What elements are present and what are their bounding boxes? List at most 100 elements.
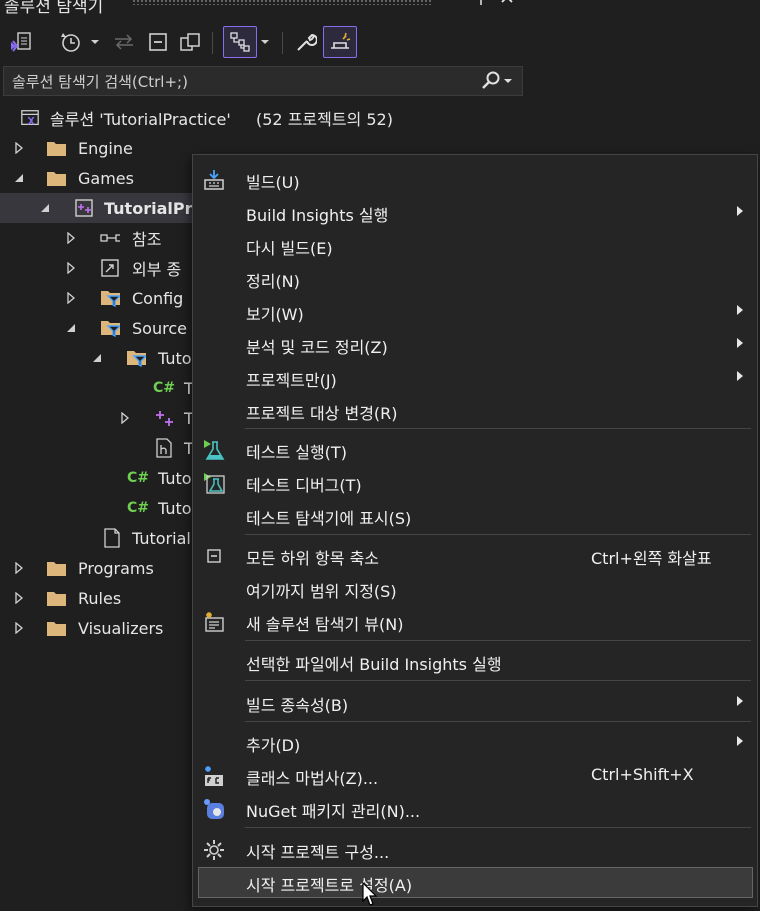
- menu-item-label: 테스트 디버그(T): [246, 476, 362, 495]
- submenu-arrow-icon: [737, 736, 743, 746]
- menu-item-project-only[interactable]: 프로젝트만(J): [193, 361, 757, 394]
- menu-item-label: 빌드 종속성(B): [246, 696, 349, 715]
- menu-item-retarget[interactable]: 프로젝트 대상 변경(R): [193, 394, 757, 427]
- collapse-arrow-icon[interactable]: [64, 321, 78, 335]
- menu-item-label: 새 솔루션 탐색기 뷰(N): [246, 615, 404, 634]
- tree-item-label: Source: [132, 318, 187, 338]
- expand-arrow-icon[interactable]: [12, 141, 26, 155]
- tree-item-label: 참조: [132, 230, 162, 249]
- menu-item-configure-startup[interactable]: 시작 프로젝트 구성...: [193, 833, 757, 866]
- menu-item-add[interactable]: 추가(D): [193, 726, 757, 759]
- solution-node[interactable]: 솔루션 'TutorialPractice' (52 프로젝트의 52): [0, 103, 528, 133]
- filter-folder-icon: [100, 288, 120, 308]
- cpp-project-icon: [74, 198, 94, 218]
- header-file-icon: [154, 438, 174, 458]
- vs-solution-icon: [20, 108, 40, 128]
- menu-item-show-in-test-explorer[interactable]: 테스트 탐색기에 표시(S): [193, 499, 757, 532]
- menu-item-build-dependencies[interactable]: 빌드 종속성(B): [193, 686, 757, 719]
- menu-item-label: 여기까지 범위 지정(S): [246, 582, 397, 601]
- menu-item-rebuild[interactable]: 다시 빌드(E): [193, 229, 757, 262]
- filter-folder-icon: [126, 348, 146, 368]
- menu-item-debug-tests[interactable]: 테스트 디버그(T): [193, 466, 757, 499]
- menu-item-label: 프로젝트만(J): [246, 371, 337, 390]
- tree-item-label: Visualizers: [78, 618, 164, 638]
- expand-arrow-icon[interactable]: [64, 261, 78, 275]
- menu-item-view[interactable]: 보기(W): [193, 295, 757, 328]
- toolbar-separator: [212, 32, 213, 54]
- menu-item-label: 프로젝트 대상 변경(R): [246, 404, 398, 423]
- menu-item-label: 시작 프로젝트 구성...: [246, 843, 390, 862]
- history-dropdown-icon[interactable]: [88, 26, 102, 58]
- context-menu: 빌드(U) Build Insights 실행 다시 빌드(E) 정리(N) 보…: [192, 154, 758, 907]
- file-icon: [102, 528, 122, 548]
- close-icon[interactable]: [500, 0, 514, 8]
- menu-separator: [245, 534, 751, 535]
- expand-arrow-icon[interactable]: [12, 561, 26, 575]
- pin-icon[interactable]: [474, 0, 488, 10]
- toolbar: [0, 22, 528, 62]
- collapse-arrow-icon[interactable]: [90, 351, 104, 365]
- tree-item-label: Tuto: [158, 498, 192, 518]
- expand-arrow-icon[interactable]: [12, 591, 26, 605]
- submenu-arrow-icon: [737, 338, 743, 348]
- tree-item-label: 외부 종: [132, 260, 182, 279]
- cpp-file-icon: [154, 408, 174, 428]
- menu-item-clean[interactable]: 정리(N): [193, 262, 757, 295]
- menu-item-run-tests[interactable]: 테스트 실행(T): [193, 433, 757, 466]
- tree-view-icon[interactable]: [223, 26, 257, 58]
- menu-item-nuget[interactable]: NuGet 패키지 관리(N)...: [193, 792, 757, 825]
- drag-grip[interactable]: [132, 0, 432, 5]
- sync-arrows-icon[interactable]: [110, 26, 138, 58]
- menu-item-build-insights[interactable]: Build Insights 실행: [193, 196, 757, 229]
- expand-arrow-icon[interactable]: [64, 231, 78, 245]
- show-all-files-icon[interactable]: [176, 26, 204, 58]
- wrench-icon[interactable]: [292, 26, 320, 58]
- solution-search-box[interactable]: [3, 66, 523, 96]
- collapse-arrow-icon[interactable]: [12, 171, 26, 185]
- menu-item-build[interactable]: 빌드(U): [193, 163, 757, 196]
- references-icon: [100, 228, 120, 248]
- menu-item-collapse-all[interactable]: 모든 하위 항목 축소 Ctrl+왼쪽 화살표: [193, 539, 757, 572]
- collapse-icon: [203, 545, 225, 567]
- menu-item-new-explorer-view[interactable]: 새 솔루션 탐색기 뷰(N): [193, 605, 757, 638]
- menu-item-shortcut: Ctrl+Shift+X: [591, 765, 694, 784]
- submenu-arrow-icon: [737, 305, 743, 315]
- tree-view-dropdown-icon[interactable]: [258, 26, 272, 58]
- expand-arrow-icon[interactable]: [118, 411, 132, 425]
- menu-item-build-insights-selected[interactable]: 선택한 파일에서 Build Insights 실행: [193, 645, 757, 678]
- menu-item-label: 다시 빌드(E): [246, 239, 333, 258]
- menu-item-label: 빌드(U): [246, 173, 300, 192]
- collapse-all-icon[interactable]: [144, 26, 172, 58]
- menu-separator: [245, 721, 751, 722]
- vs-solution-icon[interactable]: [6, 26, 36, 58]
- collapse-arrow-icon[interactable]: [38, 201, 52, 215]
- search-icon[interactable]: [480, 71, 512, 95]
- tree-item-label: Engine: [78, 138, 133, 158]
- tree-item-label: Rules: [78, 588, 122, 608]
- expand-arrow-icon[interactable]: [12, 621, 26, 635]
- menu-item-scope-to-this[interactable]: 여기까지 범위 지정(S): [193, 572, 757, 605]
- class-wizard-icon: [203, 765, 225, 787]
- folder-icon: [46, 558, 66, 578]
- menu-item-label: Build Insights 실행: [246, 206, 389, 225]
- menu-item-set-startup[interactable]: 시작 프로젝트로 설정(A): [193, 866, 757, 899]
- tree-item-label: TutorialPra: [104, 198, 204, 218]
- folder-icon: [46, 138, 66, 158]
- csharp-file-icon: C#: [153, 380, 176, 396]
- history-clock-icon[interactable]: [54, 26, 86, 58]
- nuget-icon: [203, 798, 225, 820]
- menu-item-label: 선택한 파일에서 Build Insights 실행: [246, 655, 502, 674]
- external-dependencies-icon: [100, 258, 120, 278]
- menu-item-analyze[interactable]: 분석 및 코드 정리(Z): [193, 328, 757, 361]
- expand-arrow-icon[interactable]: [64, 291, 78, 305]
- tree-item-label: Tuto: [158, 348, 192, 368]
- debug-tests-icon: [203, 472, 225, 494]
- window-menu-icon[interactable]: [448, 0, 462, 8]
- folder-icon: [46, 618, 66, 638]
- tree-item-label: Programs: [78, 558, 154, 578]
- menu-item-class-wizard[interactable]: 클래스 마법사(Z)... Ctrl+Shift+X: [193, 759, 757, 792]
- preview-pin-icon[interactable]: [323, 26, 357, 58]
- csharp-file-icon: C#: [127, 500, 150, 516]
- search-input[interactable]: [10, 70, 474, 94]
- menu-item-label: 시작 프로젝트로 설정(A): [246, 876, 413, 895]
